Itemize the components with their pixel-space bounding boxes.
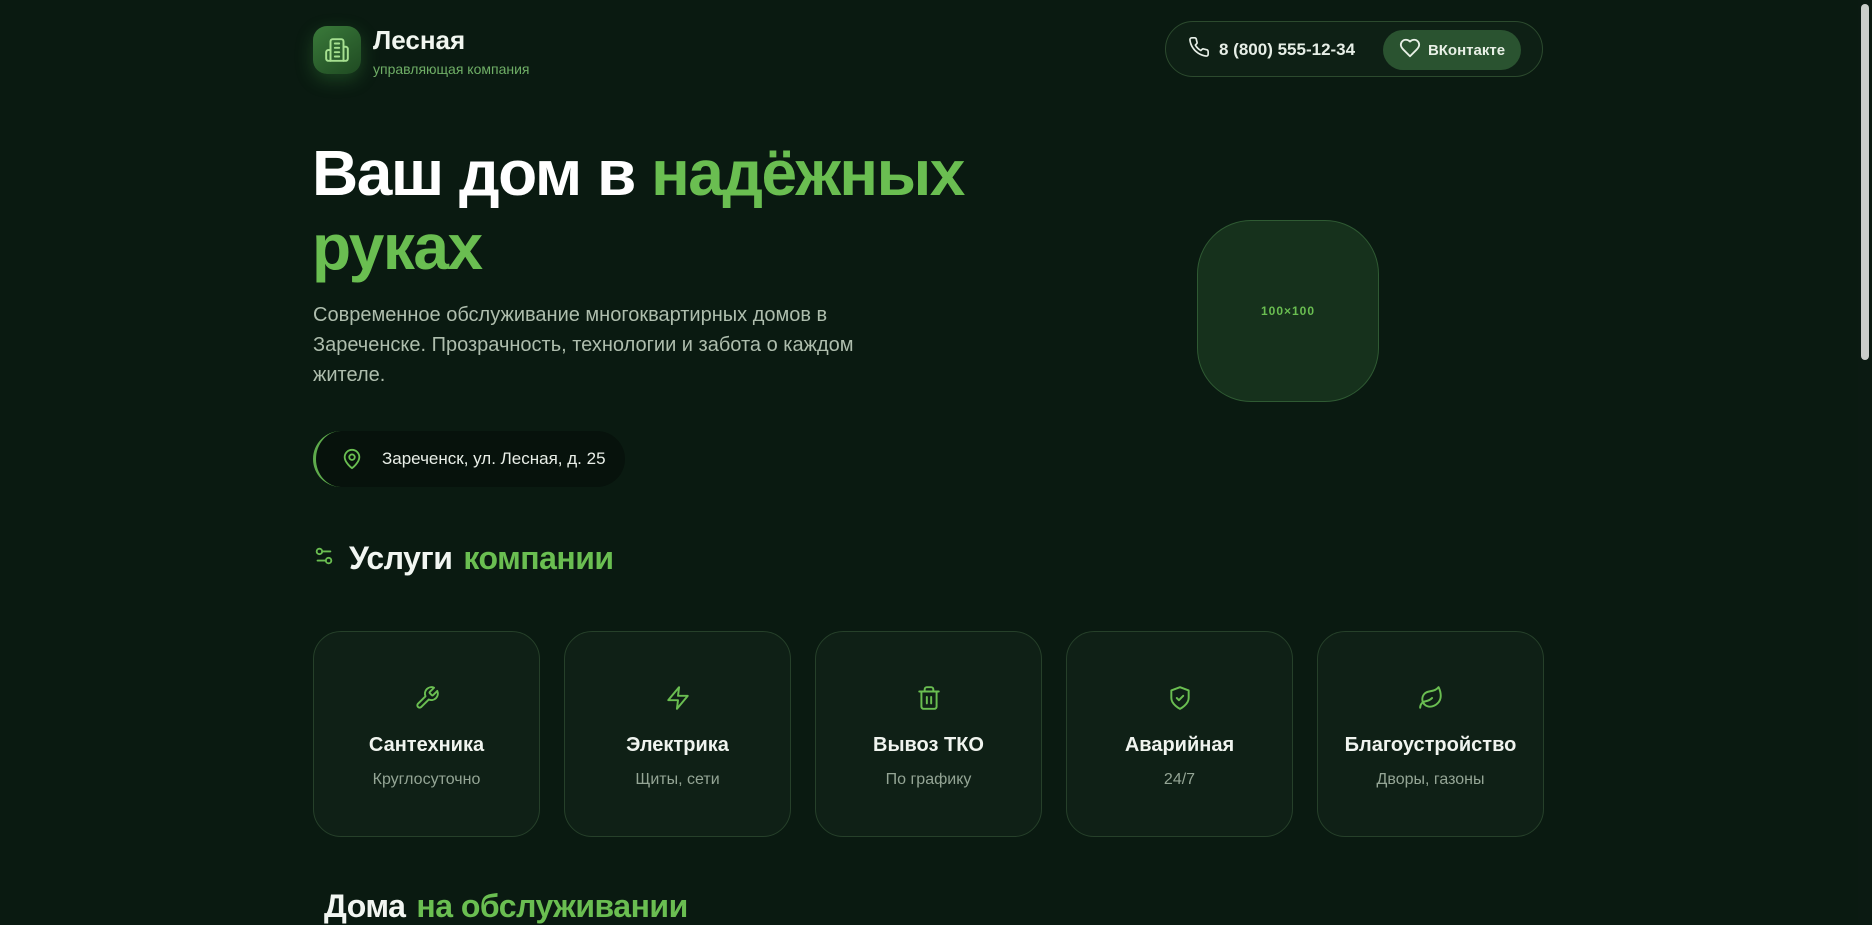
houses-heading: Дома на обслуживании — [324, 888, 688, 925]
services-title: Услуги — [349, 540, 453, 576]
vk-label: ВКонтакте — [1427, 41, 1506, 59]
service-subtitle: Дворы, газоны — [1376, 771, 1485, 788]
service-subtitle: Щиты, сети — [635, 771, 720, 788]
scrollbar-thumb[interactable] — [1861, 4, 1869, 360]
shield-check-icon — [1167, 684, 1193, 712]
services-list: Сантехника Круглосуточно Электрика Щиты,… — [313, 631, 1544, 837]
sliders-icon — [313, 545, 335, 572]
phone-number: 8 (800) 555-12-34 — [1219, 39, 1356, 59]
service-card-waste[interactable]: Вывоз ТКО По графику — [815, 631, 1042, 837]
service-subtitle: По графику — [885, 771, 972, 788]
phone-link[interactable]: 8 (800) 555-12-34 — [1188, 36, 1355, 63]
service-title: Электрика — [626, 734, 729, 756]
heart-icon — [1399, 37, 1421, 64]
services-title-accent: компании — [463, 540, 614, 576]
map-pin-icon — [341, 448, 363, 475]
service-title: Аварийная — [1124, 734, 1235, 756]
services-heading: Услуги компании — [313, 540, 614, 577]
hero-title-plain: Ваш дом в — [312, 137, 636, 209]
service-card-emergency[interactable]: Аварийная 24/7 — [1066, 631, 1293, 837]
service-title: Сантехника — [368, 734, 485, 756]
contact-pill: 8 (800) 555-12-34 ВКонтакте — [1165, 21, 1543, 77]
phone-icon — [1188, 36, 1210, 63]
houses-title: Дома — [324, 888, 406, 924]
service-subtitle: Круглосуточно — [372, 771, 481, 788]
address-badge: Зареченск, ул. Лесная, д. 25 — [313, 431, 625, 487]
brand-subtitle: управляющая компания — [373, 61, 530, 77]
hero-image-placeholder: 100×100 — [1197, 220, 1379, 402]
wrench-icon — [414, 684, 440, 712]
service-subtitle: 24/7 — [1163, 771, 1196, 788]
houses-title-accent: на обслуживании — [416, 888, 688, 924]
page-scrollbar[interactable] — [1858, 0, 1872, 924]
brand-name: Лесная — [373, 25, 466, 55]
page: Лесная управляющая компания 8 (800) 555-… — [312, 0, 1545, 924]
leaf-icon — [1418, 684, 1444, 712]
service-title: Благоустройство — [1344, 734, 1517, 756]
trash-icon — [916, 684, 942, 712]
image-placeholder-label: 100×100 — [1260, 304, 1316, 318]
hero-title: Ваш дом в надёжных руках — [312, 136, 1032, 284]
brand[interactable]: Лесная управляющая компания — [313, 26, 530, 77]
address-text: Зареченск, ул. Лесная, д. 25 — [382, 449, 606, 468]
vk-button[interactable]: ВКонтакте — [1383, 30, 1521, 70]
service-title: Вывоз ТКО — [873, 734, 984, 756]
service-card-electric[interactable]: Электрика Щиты, сети — [564, 631, 791, 837]
lightning-icon — [665, 684, 691, 712]
service-card-landscaping[interactable]: Благоустройство Дворы, газоны — [1317, 631, 1544, 837]
building-icon — [313, 26, 361, 74]
hero-description: Современное обслуживание многоквартирных… — [313, 304, 854, 386]
service-card-plumbing[interactable]: Сантехника Круглосуточно — [313, 631, 540, 837]
